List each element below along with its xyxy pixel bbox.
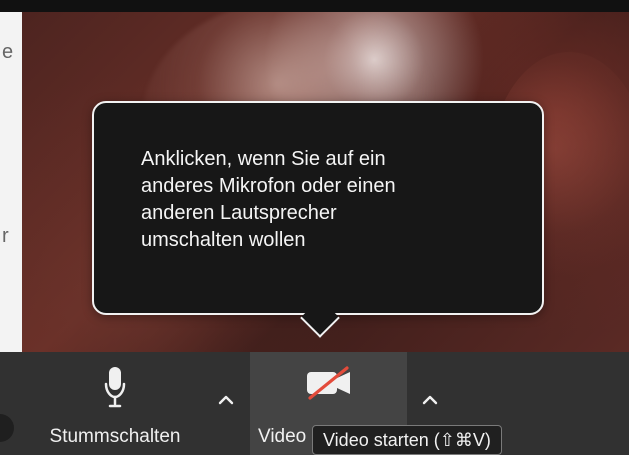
video-camera-off-icon <box>301 364 357 409</box>
left-edge-glyph-top: e <box>2 41 14 63</box>
audio-options-button[interactable] <box>214 388 238 412</box>
chevron-up-icon <box>214 388 238 412</box>
mute-button[interactable]: Stummschalten <box>28 352 202 455</box>
microphone-icon <box>103 364 127 417</box>
video-options-button[interactable] <box>418 388 442 412</box>
left-edge-glyph-bottom: r <box>2 225 9 247</box>
meeting-window: e r Anklicken, wenn Sie auf ein anderes … <box>0 0 629 455</box>
top-bar <box>0 0 629 12</box>
mute-button-label: Stummschalten <box>49 426 181 447</box>
tooltip-text: Anklicken, wenn Sie auf ein anderes Mikr… <box>141 148 396 251</box>
chevron-up-icon <box>418 388 442 412</box>
start-video-shortcut-tooltip: Video starten (⇧⌘V) <box>312 425 502 455</box>
left-side-panel-fragment: e r <box>0 12 23 352</box>
audio-settings-tooltip: Anklicken, wenn Sie auf ein anderes Mikr… <box>92 101 544 338</box>
